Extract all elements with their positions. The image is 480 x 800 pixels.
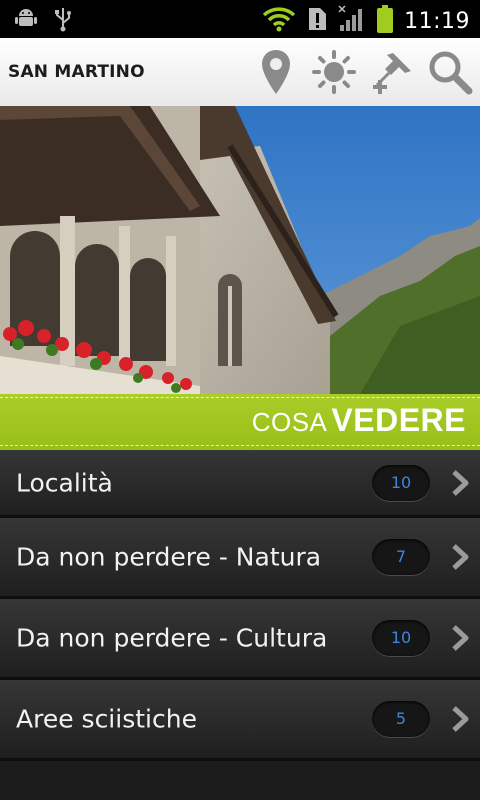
map-pin-icon[interactable] — [252, 48, 300, 96]
category-list: Località 10 Da non perdere - Natura 7 Da… — [0, 450, 480, 761]
count-badge: 10 — [372, 620, 430, 656]
action-bar: SAN MARTINO — [0, 38, 480, 107]
section-divider-top — [0, 397, 480, 398]
notification-alert-icon — [306, 6, 328, 36]
hero-image — [0, 106, 480, 394]
list-item-aree-sciistiche[interactable]: Aree sciistiche 5 — [0, 680, 480, 761]
usb-icon — [52, 6, 74, 36]
section-title-bold: VEDERE — [331, 402, 466, 438]
android-debug-icon — [14, 6, 38, 36]
list-item-label: Da non perdere - Cultura — [16, 623, 328, 653]
status-clock: 11:19 — [404, 8, 470, 34]
count-badge: 7 — [372, 539, 430, 575]
section-title: COSA VEDERE — [252, 402, 466, 439]
section-title-light: COSA — [251, 407, 328, 437]
list-item-label: Aree sciistiche — [16, 704, 197, 734]
section-header: COSA VEDERE — [0, 394, 480, 450]
status-bar: 11:19 — [0, 0, 480, 38]
count-badge: 10 — [372, 464, 430, 501]
section-divider-bottom — [0, 445, 480, 446]
add-pin-icon[interactable] — [368, 48, 416, 96]
app-title: SAN MARTINO — [8, 62, 145, 82]
list-item-localita[interactable]: Località 10 — [0, 450, 480, 518]
list-item-cultura[interactable]: Da non perdere - Cultura 10 — [0, 599, 480, 680]
search-icon[interactable] — [426, 48, 474, 96]
weather-sun-icon[interactable] — [310, 48, 358, 96]
wifi-icon — [262, 6, 296, 36]
chevron-right-icon — [448, 542, 472, 572]
chevron-right-icon — [448, 704, 472, 734]
list-item-natura[interactable]: Da non perdere - Natura 7 — [0, 518, 480, 599]
chevron-right-icon — [448, 468, 472, 498]
chevron-right-icon — [448, 623, 472, 653]
list-item-label: Località — [16, 468, 113, 497]
count-badge: 5 — [372, 701, 430, 737]
list-item-label: Da non perdere - Natura — [16, 542, 322, 572]
signal-icon — [338, 5, 366, 37]
battery-icon — [376, 4, 394, 38]
